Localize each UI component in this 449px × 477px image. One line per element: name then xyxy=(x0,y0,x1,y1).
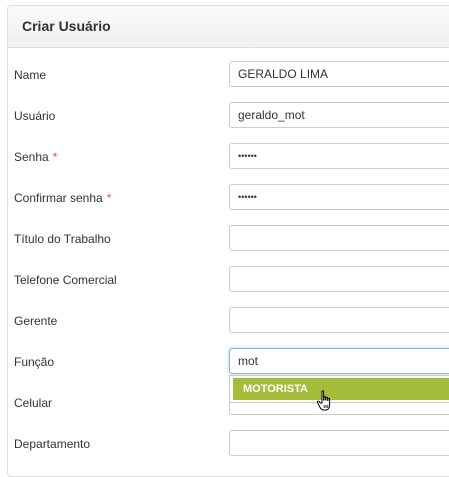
field-label-work-phone: Telefone Comercial xyxy=(14,273,117,287)
panel-title: Criar Usuário xyxy=(22,18,111,34)
username-input[interactable]: geraldo_mot xyxy=(229,102,449,128)
field-label-department: Departamento xyxy=(14,437,91,451)
required-marker: * xyxy=(106,191,112,205)
field-label-job-title: Título do Trabalho xyxy=(14,232,111,246)
required-marker: * xyxy=(52,150,58,164)
field-row-job-title: Título do Trabalho xyxy=(0,225,449,253)
field-row-manager: Gerente xyxy=(0,307,449,335)
field-row-name: Name GERALDO LIMA xyxy=(0,61,449,89)
field-row-role: Função mot xyxy=(0,348,449,376)
role-autocomplete-dropdown: MOTORISTA xyxy=(229,375,449,403)
role-input[interactable]: mot xyxy=(229,348,449,374)
autocomplete-option-motorista[interactable]: MOTORISTA xyxy=(233,378,449,400)
field-label-manager: Gerente xyxy=(14,314,58,328)
password-label-text: Senha xyxy=(14,150,49,164)
panel-header: Criar Usuário xyxy=(8,6,449,48)
field-label-confirm-password: Confirmar senha * xyxy=(14,191,111,205)
department-input[interactable] xyxy=(229,430,449,456)
field-label-mobile: Celular xyxy=(14,396,53,410)
work-phone-input[interactable] xyxy=(229,266,449,292)
password-input[interactable]: •••••• xyxy=(229,143,449,169)
field-row-work-phone: Telefone Comercial xyxy=(0,266,449,294)
job-title-input[interactable] xyxy=(229,225,449,251)
field-row-username: Usuário geraldo_mot xyxy=(0,102,449,130)
field-label-name: Name xyxy=(14,68,47,82)
confirm-password-label-text: Confirmar senha xyxy=(14,191,103,205)
field-label-password: Senha * xyxy=(14,150,57,164)
name-input[interactable]: GERALDO LIMA xyxy=(229,61,449,87)
confirm-password-input[interactable]: •••••• xyxy=(229,184,449,210)
field-row-department: Departamento xyxy=(0,430,449,458)
field-label-role: Função xyxy=(14,355,55,369)
field-row-password: Senha * •••••• xyxy=(0,143,449,171)
field-label-username: Usuário xyxy=(14,109,56,123)
hand-pointer-icon xyxy=(316,390,331,411)
field-row-confirm-password: Confirmar senha * •••••• xyxy=(0,184,449,212)
manager-input[interactable] xyxy=(229,307,449,333)
